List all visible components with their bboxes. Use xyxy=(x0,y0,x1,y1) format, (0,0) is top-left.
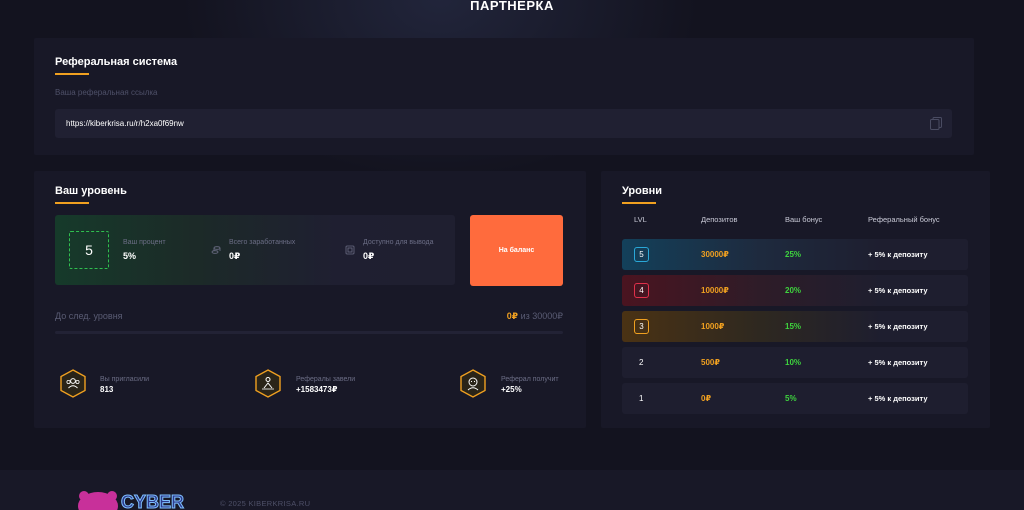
bonus-cell: 10% xyxy=(785,358,802,367)
percent-value: 5% xyxy=(123,251,137,261)
to-balance-button[interactable]: На баланс xyxy=(470,215,563,286)
your-level-title: Ваш уровень xyxy=(55,185,127,197)
next-level-progress: 0₽ из 30000₽ xyxy=(507,311,563,322)
money-users-icon xyxy=(255,369,281,398)
ref-bonus-cell: + 5% к депозиту xyxy=(868,394,928,403)
referral-panel: Реферальная система Ваша реферальная ссы… xyxy=(34,38,974,155)
logo-text: CYBER xyxy=(121,492,184,510)
ref-bonus-cell: + 5% к депозиту xyxy=(868,358,928,367)
deposit-cell: 30000₽ xyxy=(701,250,729,259)
levels-title: Уровни xyxy=(622,185,663,197)
footer: CYBER © 2025 KIBERKRISA.RU xyxy=(0,470,1024,510)
level-badge: 3 xyxy=(634,319,649,334)
table-row: 4 10000₽ 20% + 5% к депозиту xyxy=(622,275,968,306)
levels-panel: Уровни LVL Депозитов Ваш бонус Реферальн… xyxy=(601,171,990,428)
deposit-cell: 0₽ xyxy=(701,394,712,403)
progress-current: 0₽ xyxy=(506,311,519,321)
deposit-cell: 500₽ xyxy=(701,358,720,367)
table-row: 5 30000₽ 25% + 5% к депозиту xyxy=(622,239,968,270)
avatar-icon xyxy=(460,369,486,398)
wallet-icon xyxy=(345,245,355,255)
your-level-panel: Ваш уровень 5 Ваш процент 5% Всего зараб… xyxy=(34,171,586,428)
users-icon xyxy=(60,369,86,398)
earned-value: 0₽ xyxy=(229,251,241,261)
deposited-value: +1583473₽ xyxy=(296,385,338,394)
referral-link-field[interactable]: https://kiberkrisa.ru/r/h2xa0f69nw xyxy=(55,109,952,138)
earned-label: Всего заработанных xyxy=(229,239,296,246)
next-level-label: До след. уровня xyxy=(55,311,123,321)
referral-link-text[interactable]: https://kiberkrisa.ru/r/h2xa0f69nw xyxy=(66,119,184,128)
header-bonus: Ваш бонус xyxy=(785,215,823,224)
ref-bonus-cell: + 5% к депозиту xyxy=(868,250,928,259)
bonus-cell: 5% xyxy=(785,394,797,403)
progress-separator: из xyxy=(520,311,530,321)
table-row: 2 500₽ 10% + 5% к депозиту xyxy=(622,347,968,378)
invited-label: Вы пригласили xyxy=(100,376,150,383)
title-underline xyxy=(55,202,89,204)
deposited-label: Рефералы завели xyxy=(296,376,356,383)
table-row: 1 0₽ 5% + 5% к депозиту xyxy=(622,383,968,414)
progress-target: 30000₽ xyxy=(532,311,563,321)
header-ref-bonus: Реферальный бонус xyxy=(868,215,940,224)
deposit-cell: 10000₽ xyxy=(701,286,729,295)
site-logo[interactable]: CYBER xyxy=(78,490,188,510)
bonus-cell: 15% xyxy=(785,322,802,331)
referral-title: Реферальная система xyxy=(55,56,178,68)
copyright: © 2025 KIBERKRISA.RU xyxy=(220,499,311,508)
bonus-cell: 20% xyxy=(785,286,802,295)
ref-bonus-cell: + 5% к депозиту xyxy=(868,286,928,295)
ref-bonus-cell: + 5% к депозиту xyxy=(868,322,928,331)
referral-link-label: Ваша реферальная ссылка xyxy=(55,88,158,97)
bonus-cell: 25% xyxy=(785,250,802,259)
progress-bar xyxy=(55,331,563,334)
withdraw-label: Доступно для вывода xyxy=(363,239,434,246)
current-level-box: 5 xyxy=(69,231,109,269)
title-underline xyxy=(55,73,89,75)
level-badge: 5 xyxy=(634,247,649,262)
invited-value: 813 xyxy=(100,385,114,394)
withdraw-value: 0₽ xyxy=(363,251,375,261)
referral-gets-label: Реферал получит xyxy=(501,376,559,383)
page-title: ПАРТНЕРКА xyxy=(470,0,554,13)
title-underline xyxy=(622,202,656,204)
level-number: 1 xyxy=(639,394,644,403)
copy-icon[interactable] xyxy=(930,117,942,130)
header-lvl: LVL xyxy=(634,215,647,224)
referral-gets-value: +25% xyxy=(501,385,522,394)
table-row: 3 1000₽ 15% + 5% к депозиту xyxy=(622,311,968,342)
deposit-cell: 1000₽ xyxy=(701,322,725,331)
header-deposits: Депозитов xyxy=(701,215,738,224)
percent-label: Ваш процент xyxy=(123,239,166,246)
level-number: 2 xyxy=(639,358,644,367)
level-card: 5 Ваш процент 5% Всего заработанных 0₽ Д… xyxy=(55,215,455,285)
level-badge: 4 xyxy=(634,283,649,298)
coins-icon xyxy=(211,246,221,254)
